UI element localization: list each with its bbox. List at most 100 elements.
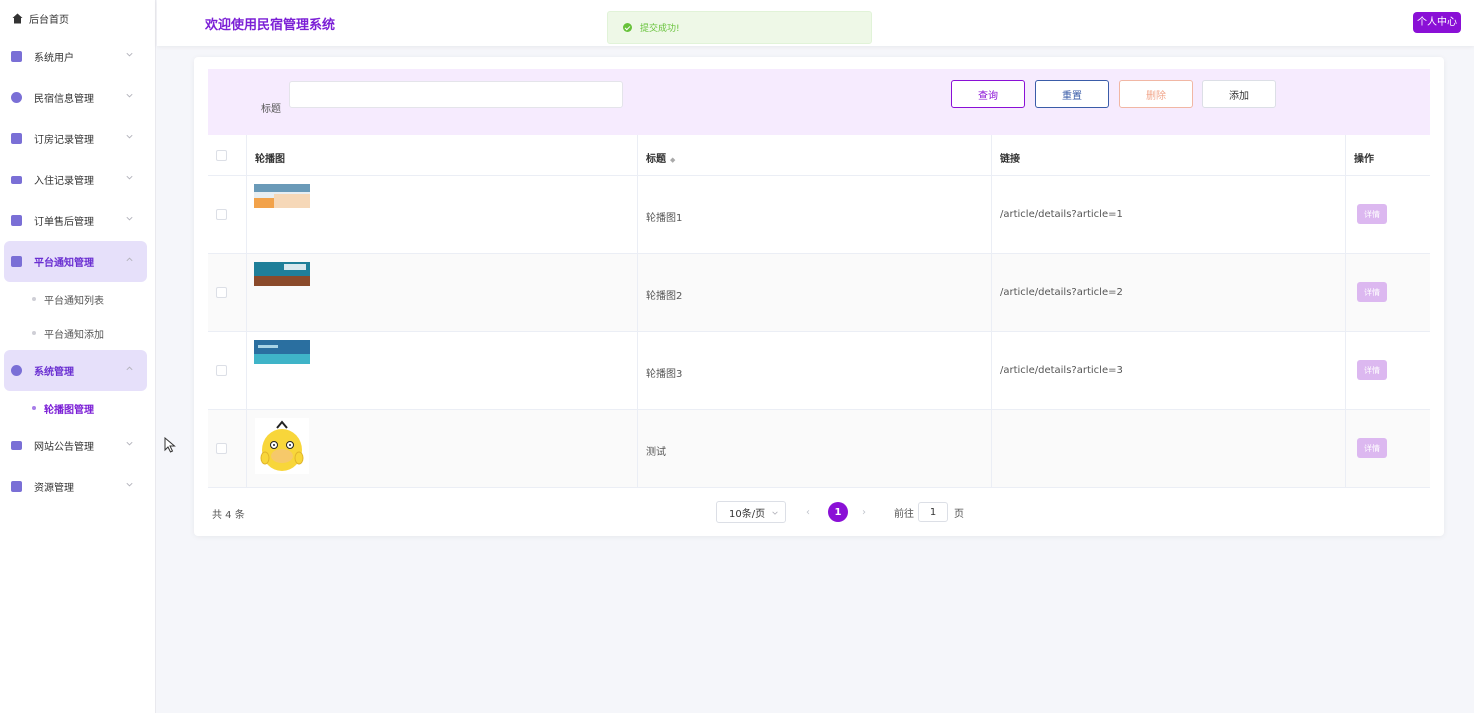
search-title-label: 标题	[261, 104, 281, 115]
reset-button[interactable]: 重置	[1035, 80, 1109, 108]
row-link: /article/details?article=1	[1000, 209, 1123, 220]
detail-button[interactable]: 详情	[1357, 204, 1387, 224]
row-checkbox[interactable]	[216, 443, 227, 454]
success-toast: 提交成功!	[607, 11, 872, 44]
row-check-cell	[208, 176, 247, 253]
title-cell: 轮播图2	[638, 254, 992, 331]
toast-message: 提交成功!	[640, 24, 680, 34]
column-header-title[interactable]: 标题 ◆	[638, 135, 992, 175]
sidebar-home-label: 后台首页	[29, 14, 69, 26]
pagination: 10条/页 ‹ 1 › 前往 1 页	[716, 501, 964, 523]
image-cell	[247, 176, 638, 253]
delete-button[interactable]: 删除	[1119, 80, 1193, 108]
row-title: 轮播图2	[646, 291, 683, 302]
row-link: /article/details?article=2	[1000, 287, 1123, 298]
action-cell: 详情	[1346, 332, 1430, 409]
sidebar: 后台首页 系统用户 民宿信息管理 订房记录管理 入住记录管理 订单售后管理 平台…	[0, 0, 156, 713]
chevron-down-icon	[772, 511, 778, 515]
detail-button[interactable]: 详情	[1357, 282, 1387, 302]
title-cell: 轮播图3	[638, 332, 992, 409]
search-title-input[interactable]	[289, 81, 623, 108]
link-cell: /article/details?article=2	[992, 254, 1346, 331]
goto-page-input[interactable]: 1	[918, 502, 948, 522]
next-page-button[interactable]: ›	[862, 507, 874, 518]
chevron-down-icon	[126, 175, 133, 180]
document-icon	[11, 133, 22, 144]
row-checkbox[interactable]	[216, 287, 227, 298]
action-cell: 详情	[1346, 176, 1430, 253]
house-icon	[11, 92, 22, 103]
detail-button[interactable]: 详情	[1357, 360, 1387, 380]
user-center-button[interactable]: 个人中心	[1413, 12, 1461, 33]
prev-page-button[interactable]: ‹	[806, 507, 818, 518]
sidebar-item-home[interactable]: 后台首页	[0, 0, 155, 36]
sidebar-subitem-carousel[interactable]: 轮播图管理	[0, 391, 155, 425]
row-check-cell	[208, 332, 247, 409]
column-header-label: 轮播图	[255, 154, 285, 165]
row-title: 轮播图3	[646, 369, 683, 380]
row-title: 测试	[646, 447, 666, 458]
content-card: 标题 查询 重置 删除 添加 轮播图 标题 ◆ 链接 操作 轮播图1 /artic…	[194, 57, 1444, 536]
sidebar-item-label: 订单售后管理	[34, 217, 94, 228]
chevron-up-icon	[126, 366, 133, 371]
row-title: 轮播图1	[646, 213, 683, 224]
app-title: 欢迎使用民宿管理系统	[205, 18, 336, 33]
query-button[interactable]: 查询	[951, 80, 1025, 108]
sidebar-subitem-notice-add[interactable]: 平台通知添加	[0, 316, 155, 350]
select-all-checkbox[interactable]	[216, 150, 227, 161]
sidebar-item-label: 入住记录管理	[34, 176, 94, 187]
sidebar-item-label: 订房记录管理	[34, 135, 94, 146]
chevron-down-icon	[126, 52, 133, 57]
sidebar-item-homestay-info[interactable]: 民宿信息管理	[0, 77, 155, 118]
goto-prefix: 前往	[894, 508, 914, 520]
sidebar-item-resources[interactable]: 资源管理	[0, 466, 155, 507]
chevron-down-icon	[126, 482, 133, 487]
image-cell	[247, 410, 638, 487]
table-row: 测试 详情	[208, 410, 1430, 488]
add-button[interactable]: 添加	[1202, 80, 1276, 108]
list-icon	[11, 441, 22, 450]
row-checkbox[interactable]	[216, 209, 227, 220]
sidebar-item-checkin-records[interactable]: 入住记录管理	[0, 159, 155, 200]
table-row: 轮播图1 /article/details?article=1 详情	[208, 176, 1430, 254]
sidebar-item-system-management[interactable]: 系统管理	[4, 350, 147, 391]
title-cell: 轮播图1	[638, 176, 992, 253]
sidebar-item-label: 网站公告管理	[34, 442, 94, 453]
carousel-thumbnail	[254, 340, 310, 364]
sidebar-subitem-label: 平台通知列表	[44, 295, 104, 307]
settings-icon	[11, 365, 22, 376]
column-header-action: 操作	[1346, 135, 1430, 175]
page-size-select[interactable]: 10条/页	[716, 501, 786, 523]
carousel-table: 轮播图 标题 ◆ 链接 操作 轮播图1 /article/details?arti…	[208, 135, 1430, 488]
sidebar-item-after-sales[interactable]: 订单售后管理	[0, 200, 155, 241]
row-link: /article/details?article=3	[1000, 365, 1123, 376]
mouse-cursor-icon	[164, 437, 176, 453]
column-header-image: 轮播图	[247, 135, 638, 175]
chevron-up-icon	[126, 257, 133, 262]
sidebar-subitem-notice-list[interactable]: 平台通知列表	[0, 282, 155, 316]
detail-button[interactable]: 详情	[1357, 438, 1387, 458]
column-header-link: 链接	[992, 135, 1346, 175]
sidebar-item-label: 系统管理	[34, 367, 74, 378]
carousel-thumbnail	[254, 184, 310, 208]
home-icon	[12, 13, 23, 24]
user-icon	[11, 51, 22, 62]
column-header-label: 标题 ◆	[646, 150, 675, 165]
goto-suffix: 页	[954, 508, 964, 520]
sidebar-item-system-users[interactable]: 系统用户	[0, 36, 155, 77]
sidebar-item-booking-records[interactable]: 订房记录管理	[0, 118, 155, 159]
row-check-cell	[208, 254, 247, 331]
page-number-current[interactable]: 1	[828, 502, 848, 522]
bullet-icon	[32, 297, 36, 301]
notice-icon	[11, 256, 22, 267]
action-cell: 详情	[1346, 410, 1430, 487]
sidebar-item-site-announcement[interactable]: 网站公告管理	[0, 425, 155, 466]
chevron-down-icon	[126, 216, 133, 221]
row-checkbox[interactable]	[216, 365, 227, 376]
chevron-down-icon	[126, 134, 133, 139]
sort-icon[interactable]: ◆	[670, 156, 675, 164]
sidebar-subitem-label: 平台通知添加	[44, 329, 104, 341]
sidebar-item-platform-notice[interactable]: 平台通知管理	[4, 241, 147, 282]
sidebar-subitem-label: 轮播图管理	[44, 404, 94, 416]
sidebar-item-label: 系统用户	[34, 53, 74, 64]
